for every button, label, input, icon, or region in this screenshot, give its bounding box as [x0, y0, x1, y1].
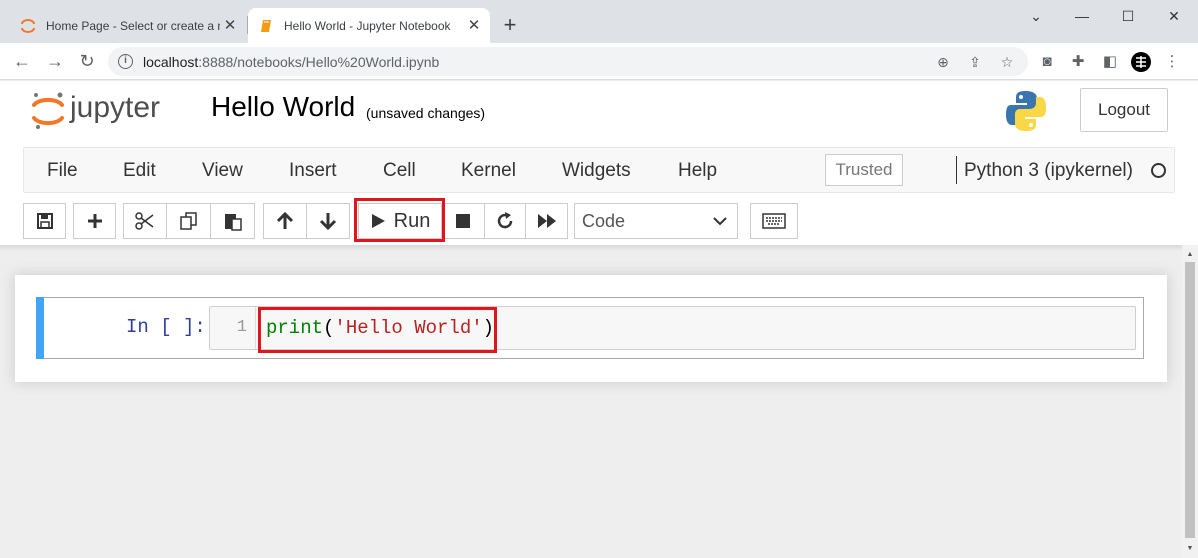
cell-selection-bar [36, 297, 44, 359]
restart-icon [497, 212, 513, 229]
new-tab-button[interactable]: + [498, 14, 522, 38]
menu-widgets[interactable]: Widgets [562, 160, 631, 182]
logout-button[interactable]: Logout [1080, 88, 1168, 132]
url-path: :8888/notebooks/Hello%20World.ipynb [198, 54, 440, 70]
back-icon[interactable]: ← [10, 49, 34, 73]
line-number: 1 [236, 318, 247, 337]
save-icon [36, 213, 53, 229]
code-paren-open: ( [323, 317, 335, 339]
menu-insert[interactable]: Insert [289, 160, 337, 182]
profile-avatar-icon[interactable] [1131, 52, 1151, 72]
cut-button[interactable] [123, 203, 167, 239]
paste-icon [224, 214, 242, 231]
run-label: Run [393, 209, 431, 232]
tab-title: Home Page - Select or create a notebook [46, 18, 220, 33]
menu-edit[interactable]: Edit [123, 160, 156, 182]
tab-home-page[interactable]: Home Page - Select or create a notebook … [10, 8, 246, 43]
code-string: 'Hello World' [334, 317, 483, 339]
side-panel-icon[interactable]: ◧ [1100, 52, 1120, 72]
cell-type-value: Code [582, 210, 626, 231]
jupyter-logo-icon[interactable]: jupyter [30, 89, 190, 131]
scrollbar-thumb[interactable] [1185, 262, 1195, 538]
menu-kernel[interactable]: Kernel [461, 160, 516, 182]
cell-type-select[interactable]: Code [574, 203, 738, 239]
run-button[interactable]: Run [358, 203, 442, 239]
close-window-button[interactable]: ✕ [1151, 4, 1197, 28]
notebook-container: In [ ]: 1 print('Hello World') [15, 275, 1167, 382]
reload-icon[interactable]: ↻ [75, 49, 99, 73]
copy-button[interactable] [166, 203, 211, 239]
move-cell-down-button[interactable] [306, 203, 350, 239]
share-icon[interactable]: ⇪ [966, 53, 984, 71]
code-line[interactable]: print('Hello World') [266, 317, 494, 339]
menu-cell[interactable]: Cell [383, 160, 416, 182]
url-text[interactable]: localhost:8888/notebooks/Hello%20World.i… [143, 54, 439, 70]
minimize-button[interactable]: — [1059, 4, 1105, 28]
play-icon [371, 214, 385, 228]
copy-icon [179, 212, 197, 230]
line-number-gutter: 1 [210, 307, 256, 349]
arrow-up-icon [276, 211, 294, 229]
insert-cell-button[interactable] [73, 203, 116, 239]
stop-icon [456, 214, 470, 228]
jupyter-header: jupyter Hello World (unsaved changes) Lo… [0, 81, 1198, 245]
autosave-status: (unsaved changes) [366, 105, 486, 121]
close-icon[interactable]: ✕ [464, 16, 484, 36]
close-icon[interactable]: ✕ [220, 16, 240, 36]
url-host: localhost [143, 54, 199, 70]
jupyter-favicon-icon [21, 18, 35, 33]
notebook-favicon-icon [261, 19, 271, 32]
tab-title: Hello World - Jupyter Notebook [284, 18, 451, 33]
bookmark-star-icon[interactable]: ☆ [998, 53, 1016, 71]
kernel-name[interactable]: Python 3 (ipykernel) [964, 160, 1133, 182]
kernel-divider [956, 156, 957, 184]
more-menu-icon[interactable]: ⋮ [1162, 52, 1182, 72]
kernel-idle-indicator-icon [1151, 163, 1166, 178]
trusted-indicator[interactable]: Trusted [825, 154, 903, 186]
save-button[interactable] [23, 203, 66, 239]
restart-kernel-button[interactable] [484, 203, 526, 239]
scissors-icon [135, 212, 154, 230]
menu-help[interactable]: Help [678, 160, 717, 182]
menu-file[interactable]: File [47, 160, 78, 182]
code-paren-close: ) [482, 317, 495, 339]
command-palette-button[interactable] [750, 203, 798, 239]
maximize-button[interactable]: ☐ [1105, 4, 1151, 28]
input-prompt: In [ ]: [126, 316, 206, 338]
code-editor[interactable]: 1 print('Hello World') [209, 306, 1136, 350]
interrupt-kernel-button[interactable] [441, 203, 485, 239]
keyboard-icon [762, 213, 786, 229]
tab-search-icon[interactable]: ⌄ [1013, 4, 1059, 28]
paste-button[interactable] [210, 203, 255, 239]
python-logo-icon [1006, 91, 1046, 131]
chevron-down-icon [713, 217, 727, 226]
code-cell[interactable]: In [ ]: 1 print('Hello World') [36, 297, 1144, 359]
camera-icon[interactable]: ◙ [1037, 52, 1057, 72]
site-info-icon[interactable]: i [118, 54, 133, 69]
menu-bar: File Edit View Insert Cell Kernel Widget… [23, 147, 1175, 193]
browser-address-bar: ← → ↻ i localhost:8888/notebooks/Hello%2… [0, 43, 1198, 80]
scroll-down-arrow-icon[interactable]: ▼ [1185, 544, 1195, 554]
menu-view[interactable]: View [202, 160, 243, 182]
scroll-up-arrow-icon[interactable]: ▲ [1185, 250, 1195, 260]
restart-run-all-button[interactable] [525, 203, 568, 239]
browser-tab-strip: Home Page - Select or create a notebook … [0, 0, 1198, 43]
zoom-icon[interactable]: ⊕ [934, 53, 952, 71]
extensions-icon[interactable]: ✚ [1068, 52, 1088, 72]
fast-forward-icon [537, 214, 556, 228]
code-builtin: print [266, 317, 324, 339]
notebook-toolbar: Run Code [0, 201, 1198, 241]
url-bar[interactable]: i localhost:8888/notebooks/Hello%20World… [108, 47, 1028, 76]
arrow-down-icon [319, 213, 337, 231]
brand-text: jupyter [69, 91, 160, 124]
tab-hello-world[interactable]: Hello World - Jupyter Notebook ✕ [248, 8, 490, 43]
avatar [1131, 52, 1151, 72]
notebook-title[interactable]: Hello World [211, 91, 355, 123]
header-shadow [0, 245, 1182, 251]
forward-icon[interactable]: → [43, 49, 67, 73]
move-cell-up-button[interactable] [263, 203, 307, 239]
plus-icon [87, 214, 102, 228]
